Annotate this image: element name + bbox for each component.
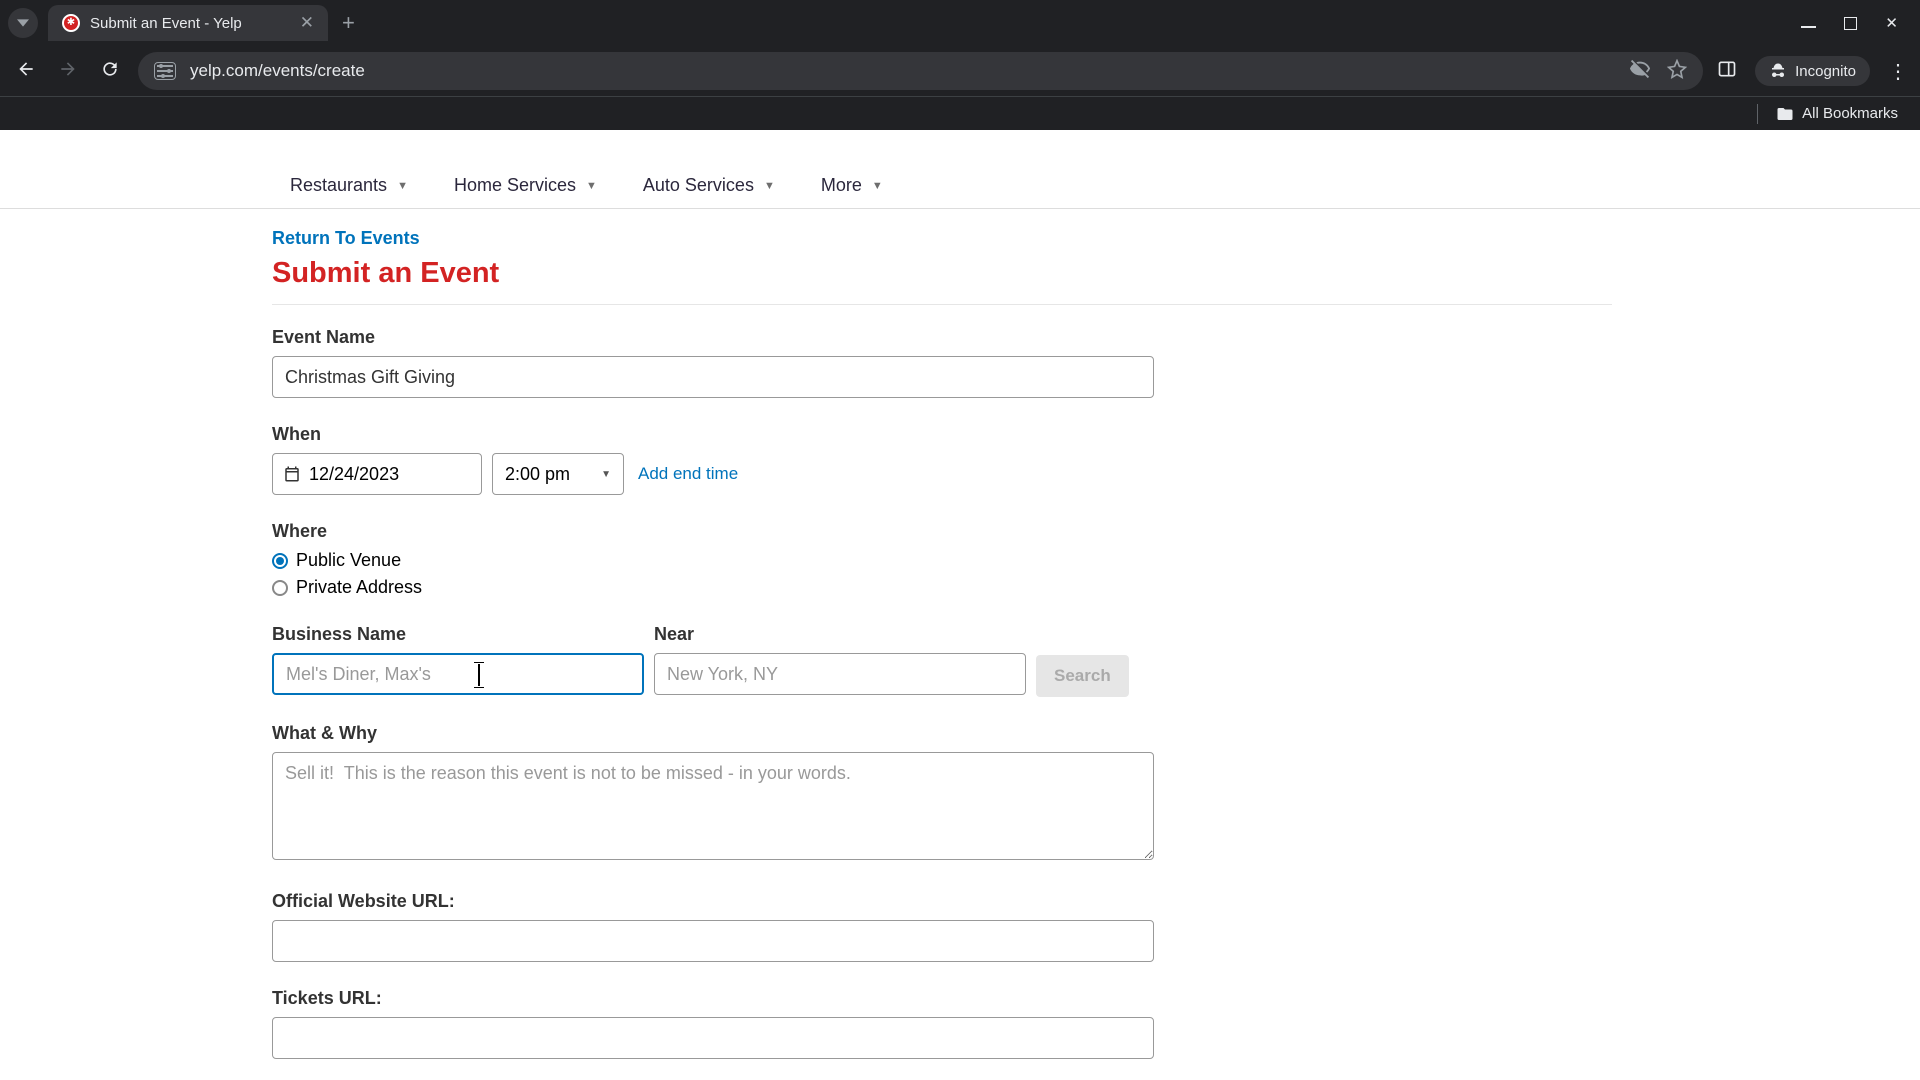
what-why-textarea[interactable]: [272, 752, 1154, 860]
divider: [272, 304, 1612, 305]
when-label: When: [272, 424, 1612, 445]
back-button[interactable]: [12, 59, 40, 84]
tickets-url-label: Tickets URL:: [272, 988, 1612, 1009]
tab-title: Submit an Event - Yelp: [90, 15, 290, 32]
where-section: Where Public Venue Private Address: [272, 521, 1612, 598]
chevron-down-icon: ▼: [764, 180, 775, 192]
category-nav: Restaurants▼ Home Services▼ Auto Service…: [0, 168, 1920, 209]
forward-button[interactable]: [54, 59, 82, 84]
website-url-label: Official Website URL:: [272, 891, 1612, 912]
nav-more[interactable]: More▼: [821, 175, 883, 196]
website-url-input[interactable]: [272, 920, 1154, 962]
tab-search-button[interactable]: [8, 8, 38, 38]
browser-tab[interactable]: Submit an Event - Yelp ✕: [48, 5, 328, 41]
tickets-url-section: Tickets URL:: [272, 988, 1612, 1059]
tab-strip: Submit an Event - Yelp ✕ + ✕: [0, 0, 1920, 46]
url-text: yelp.com/events/create: [190, 61, 365, 81]
yelp-favicon: [62, 14, 80, 32]
business-search-section: Business Name Near Search: [272, 624, 1612, 697]
incognito-indicator[interactable]: Incognito: [1755, 56, 1870, 86]
new-tab-button[interactable]: +: [342, 10, 355, 36]
calendar-icon: [283, 465, 301, 483]
website-url-section: Official Website URL:: [272, 891, 1612, 962]
maximize-button[interactable]: [1844, 14, 1857, 32]
form-content: Return To Events Submit an Event Event N…: [272, 228, 1612, 1063]
nav-auto-services[interactable]: Auto Services▼: [643, 175, 775, 196]
where-option-public[interactable]: Public Venue: [272, 550, 1612, 571]
window-controls: ✕: [1801, 14, 1920, 32]
date-input[interactable]: 12/24/2023: [272, 453, 482, 495]
near-label: Near: [654, 624, 1026, 645]
radio-unchecked-icon: [272, 580, 288, 596]
event-name-input[interactable]: [272, 356, 1154, 398]
page-title: Submit an Event: [272, 257, 1612, 290]
incognito-label: Incognito: [1795, 63, 1856, 80]
bookmark-star-icon[interactable]: [1667, 59, 1687, 84]
where-option-label: Private Address: [296, 577, 422, 598]
all-bookmarks-link[interactable]: All Bookmarks: [1802, 105, 1898, 122]
chevron-down-icon: ▼: [601, 469, 611, 480]
side-panel-icon[interactable]: [1717, 59, 1737, 84]
page-scroll[interactable]: Restaurants▼ Home Services▼ Auto Service…: [0, 168, 1920, 1080]
tickets-url-input[interactable]: [272, 1017, 1154, 1059]
nav-restaurants[interactable]: Restaurants▼: [290, 175, 408, 196]
business-name-input[interactable]: [272, 653, 644, 695]
eye-off-icon[interactable]: [1629, 58, 1651, 85]
close-window-button[interactable]: ✕: [1885, 14, 1898, 32]
page-viewport: Restaurants▼ Home Services▼ Auto Service…: [0, 168, 1920, 1080]
return-to-events-link[interactable]: Return To Events: [272, 228, 1612, 249]
bookmarks-bar: All Bookmarks: [0, 96, 1920, 130]
minimize-button[interactable]: [1801, 14, 1816, 32]
nav-home-services[interactable]: Home Services▼: [454, 175, 597, 196]
reload-button[interactable]: [96, 59, 124, 84]
event-name-section: Event Name: [272, 327, 1612, 398]
browser-toolbar: yelp.com/events/create Incognito ⋮: [0, 46, 1920, 96]
when-section: When 12/24/2023 2:00 pm ▼ Add end time: [272, 424, 1612, 495]
event-name-label: Event Name: [272, 327, 1612, 348]
close-tab-icon[interactable]: ✕: [300, 13, 314, 33]
browser-chrome: Submit an Event - Yelp ✕ + ✕ yelp.com/ev…: [0, 0, 1920, 130]
search-button[interactable]: Search: [1036, 655, 1129, 697]
address-bar[interactable]: yelp.com/events/create: [138, 52, 1703, 90]
browser-menu-button[interactable]: ⋮: [1888, 59, 1908, 84]
time-select[interactable]: 2:00 pm ▼: [492, 453, 624, 495]
chevron-down-icon: ▼: [586, 180, 597, 192]
date-value: 12/24/2023: [309, 464, 399, 485]
radio-checked-icon: [272, 553, 288, 569]
where-option-label: Public Venue: [296, 550, 401, 571]
site-settings-icon[interactable]: [154, 62, 176, 80]
what-why-section: What & Why: [272, 723, 1612, 865]
where-option-private[interactable]: Private Address: [272, 577, 1612, 598]
business-name-label: Business Name: [272, 624, 644, 645]
what-why-label: What & Why: [272, 723, 1612, 744]
add-end-time-link[interactable]: Add end time: [638, 464, 738, 484]
chevron-down-icon: ▼: [872, 180, 883, 192]
chevron-down-icon: ▼: [397, 180, 408, 192]
folder-icon: [1776, 105, 1794, 123]
time-value: 2:00 pm: [505, 464, 570, 485]
near-input[interactable]: [654, 653, 1026, 695]
where-label: Where: [272, 521, 1612, 542]
